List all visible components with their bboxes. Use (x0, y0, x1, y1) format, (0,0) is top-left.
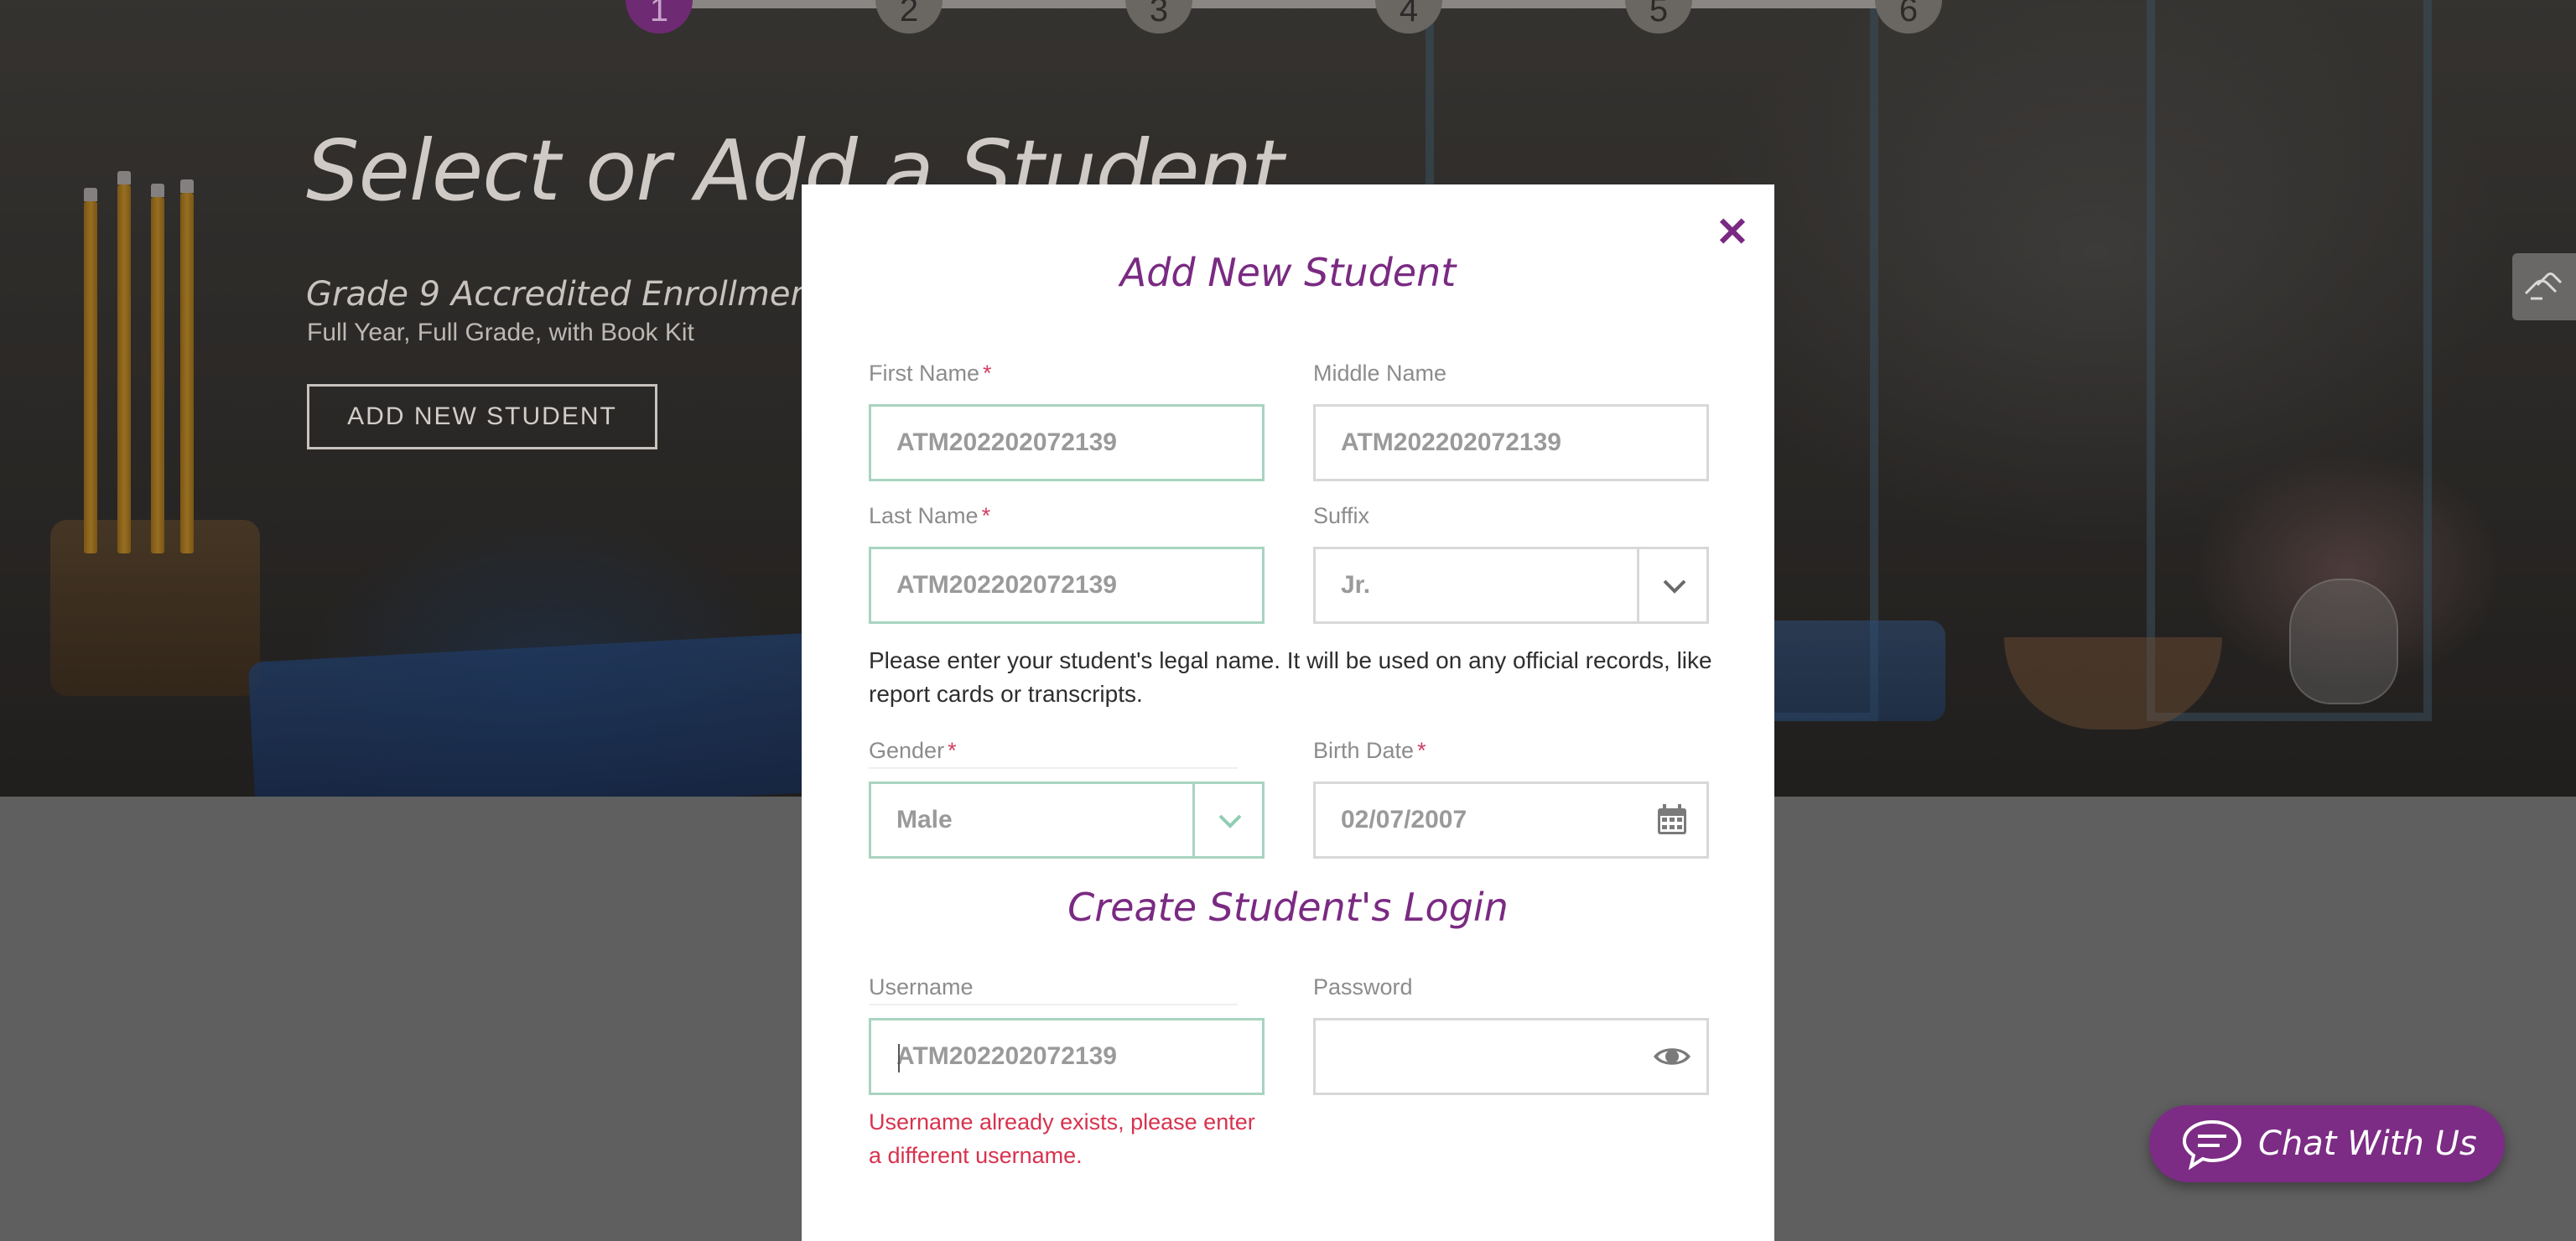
chevron-down-icon[interactable] (1658, 569, 1691, 603)
login-section-title: Create Student's Login (1067, 885, 1509, 930)
last-name-value: ATM202202072139 (896, 571, 1117, 599)
last-name-label: Last Name * (869, 503, 990, 529)
select-divider (1637, 549, 1639, 621)
side-feedback-tab[interactable] (2512, 253, 2576, 320)
first-name-field[interactable]: ATM202202072139 (869, 404, 1265, 481)
birth-date-value: 02/07/2007 (1341, 806, 1467, 833)
required-marker: * (981, 503, 991, 528)
gender-label-text: Gender (869, 738, 945, 763)
course-title: Grade 9 Accredited Enrollment (306, 275, 825, 314)
username-field[interactable]: ATM202202072139 (869, 1018, 1265, 1095)
add-student-modal: ✕ Add New Student First Name * ATM2022020… (802, 184, 1774, 1241)
birth-date-label: Birth Date * (1313, 738, 1426, 764)
modal-title: Add New Student (1119, 250, 1457, 295)
calendar-icon[interactable] (1651, 799, 1693, 841)
hand-icon (2524, 273, 2563, 300)
first-name-value: ATM202202072139 (896, 428, 1117, 456)
required-marker: * (1417, 738, 1426, 763)
chevron-down-icon[interactable] (1213, 804, 1247, 838)
gender-label: Gender * (869, 738, 1238, 769)
first-name-label: First Name * (869, 361, 992, 387)
middle-name-field[interactable]: ATM202202072139 (1313, 404, 1709, 481)
password-field[interactable] (1313, 1018, 1709, 1095)
required-marker: * (983, 361, 992, 386)
middle-name-value: ATM202202072139 (1341, 428, 1561, 456)
text-cursor (898, 1044, 900, 1072)
password-label: Password (1313, 974, 1413, 1000)
birth-date-field[interactable]: 02/07/2007 (1313, 781, 1709, 859)
suffix-label: Suffix (1313, 503, 1370, 528)
legal-name-help-text: Please enter your student's legal name. … (869, 647, 1712, 707)
last-name-label-text: Last Name (869, 503, 979, 528)
password-input[interactable] (1341, 1039, 1676, 1074)
username-error-message: Username already exists, please enter a … (869, 1109, 1255, 1168)
stepper-track (658, 0, 1908, 8)
username-value: ATM202202072139 (896, 1042, 1117, 1070)
birth-date-label-text: Birth Date (1313, 738, 1415, 763)
first-name-label-text: First Name (869, 361, 980, 386)
chat-with-us-button[interactable]: Chat With Us (2149, 1105, 2505, 1182)
last-name-field[interactable]: ATM202202072139 (869, 547, 1265, 624)
gender-select[interactable]: Male (869, 781, 1265, 859)
username-label: Username (869, 974, 1238, 1005)
chat-label: Chat With Us (2258, 1124, 2477, 1163)
suffix-value: Jr. (1341, 571, 1371, 599)
add-new-student-button[interactable]: ADD NEW STUDENT (307, 384, 657, 449)
course-subtitle: Full Year, Full Grade, with Book Kit (307, 319, 694, 346)
suffix-select[interactable]: Jr. (1313, 547, 1709, 624)
eye-icon[interactable] (1651, 1036, 1693, 1077)
chat-bubble-icon (2182, 1119, 2242, 1171)
middle-name-label: Middle Name (1313, 361, 1447, 386)
select-divider (1192, 784, 1195, 856)
gender-value: Male (896, 806, 953, 833)
required-marker: * (948, 738, 957, 763)
close-icon[interactable]: ✕ (1714, 213, 1751, 253)
